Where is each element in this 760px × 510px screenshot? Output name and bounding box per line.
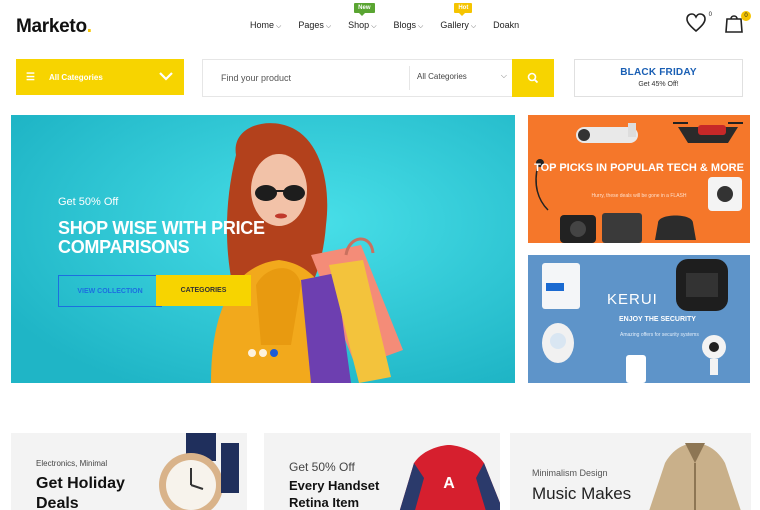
slider-dot-active[interactable] — [270, 349, 278, 357]
chevron-down-icon — [159, 72, 173, 81]
chevron-down-icon: ⌵ — [418, 23, 424, 30]
slider-dots — [248, 349, 278, 357]
chevron-down-icon: ⌵ — [325, 23, 332, 30]
search-button[interactable] — [512, 59, 554, 97]
card-title: Get Holiday Deals — [36, 475, 125, 510]
header-icons: 0 0 — [686, 11, 751, 36]
chevron-down-icon: ⌵ — [276, 23, 282, 30]
security-banner[interactable]: KERUI ENJOY THE SECURITY Amazing offers … — [528, 255, 750, 383]
nav-item-home[interactable]: Home ⌵ — [250, 20, 281, 31]
chevron-down-icon: ⌵ — [371, 23, 377, 30]
security-subtitle: Amazing offers for security systems — [620, 332, 699, 338]
all-categories-button[interactable]: ☰ All Categories — [16, 59, 184, 95]
nav-item-blogs[interactable]: Blogs ⌵ — [394, 20, 424, 31]
new-badge: New — [354, 3, 375, 16]
holiday-deals-card[interactable]: Electronics, Minimal Get Holiday Deals — [11, 433, 247, 510]
cart-button[interactable]: 0 — [724, 11, 751, 36]
card-eyebrow: Electronics, Minimal — [36, 459, 108, 468]
chevron-down-icon: ⌵ — [470, 23, 477, 30]
nav-item-gallery[interactable]: Hot Gallery ⌵ — [440, 3, 477, 31]
search-icon — [527, 72, 539, 84]
promo-subtitle: Get 45% Off! — [638, 81, 679, 88]
svg-text:A: A — [443, 475, 455, 492]
nav-item-doakn[interactable]: Doakn — [493, 20, 519, 31]
view-collection-button[interactable]: VIEW COLLECTION — [58, 275, 162, 307]
tech-products-image — [535, 122, 743, 243]
nav-item-pages[interactable]: Pages ⌵ — [298, 20, 331, 31]
search-input[interactable] — [203, 60, 408, 96]
jacket-image — [649, 443, 741, 510]
site-header: Marketo. Home ⌵ Pages ⌵ New Shop ⌵ Blogs ⌵ H… — [0, 0, 760, 52]
watch-image — [159, 433, 239, 510]
main-nav: Home ⌵ Pages ⌵ New Shop ⌵ Blogs ⌵ Hot Galler… — [250, 3, 536, 31]
card-title: Every Handset Retina Item — [289, 478, 380, 510]
search-category-select[interactable]: All Categories ⌵ — [417, 71, 507, 81]
slider-dot[interactable] — [259, 349, 267, 357]
tech-banner-title: TOP PICKS IN POPULAR TECH & MORE — [534, 162, 744, 174]
tech-picks-banner[interactable]: TOP PICKS IN POPULAR TECH & MORE Hurry, … — [528, 115, 750, 243]
handset-card[interactable]: Get 50% Off Every Handset Retina Item A — [264, 433, 500, 510]
categories-button[interactable]: CATEGORIES — [156, 275, 251, 306]
hot-badge: Hot — [454, 3, 473, 16]
tech-banner-subtitle: Hurry, these deals will be gone in a FLA… — [591, 193, 687, 199]
card-eyebrow: Minimalism Design — [532, 468, 608, 478]
music-card[interactable]: Minimalism Design Music Makes — [510, 433, 751, 510]
hero-slider: Get 50% Off SHOP WISE WITH PRICE COMPARI… — [11, 115, 515, 383]
slider-dot[interactable] — [248, 349, 256, 357]
security-title: ENJOY THE SECURITY — [619, 316, 696, 323]
wishlist-button[interactable]: 0 — [686, 12, 712, 36]
card-eyebrow: Get 50% Off — [289, 460, 355, 474]
hero-subtitle: Get 50% Off — [58, 196, 119, 208]
brand-logo[interactable]: Marketo. — [16, 16, 92, 38]
divider — [409, 66, 410, 90]
card-title: Music Makes — [532, 484, 632, 503]
sweatshirt-image: A — [399, 445, 500, 510]
nav-item-shop[interactable]: New Shop ⌵ — [348, 3, 377, 31]
black-friday-promo[interactable]: BLACK FRIDAY Get 45% Off! — [574, 59, 743, 97]
promo-title: BLACK FRIDAY — [620, 67, 697, 78]
chevron-down-icon: ⌵ — [500, 71, 507, 80]
security-brand: KERUI — [607, 291, 658, 308]
search-bar: All Categories ⌵ — [202, 59, 554, 97]
wishlist-count: 0 — [708, 12, 712, 18]
menu-icon: ☰ — [26, 71, 35, 83]
cart-count: 0 — [741, 11, 751, 21]
hero-title: SHOP WISE WITH PRICE COMPARISONS — [58, 218, 265, 257]
heart-icon — [686, 13, 706, 33]
